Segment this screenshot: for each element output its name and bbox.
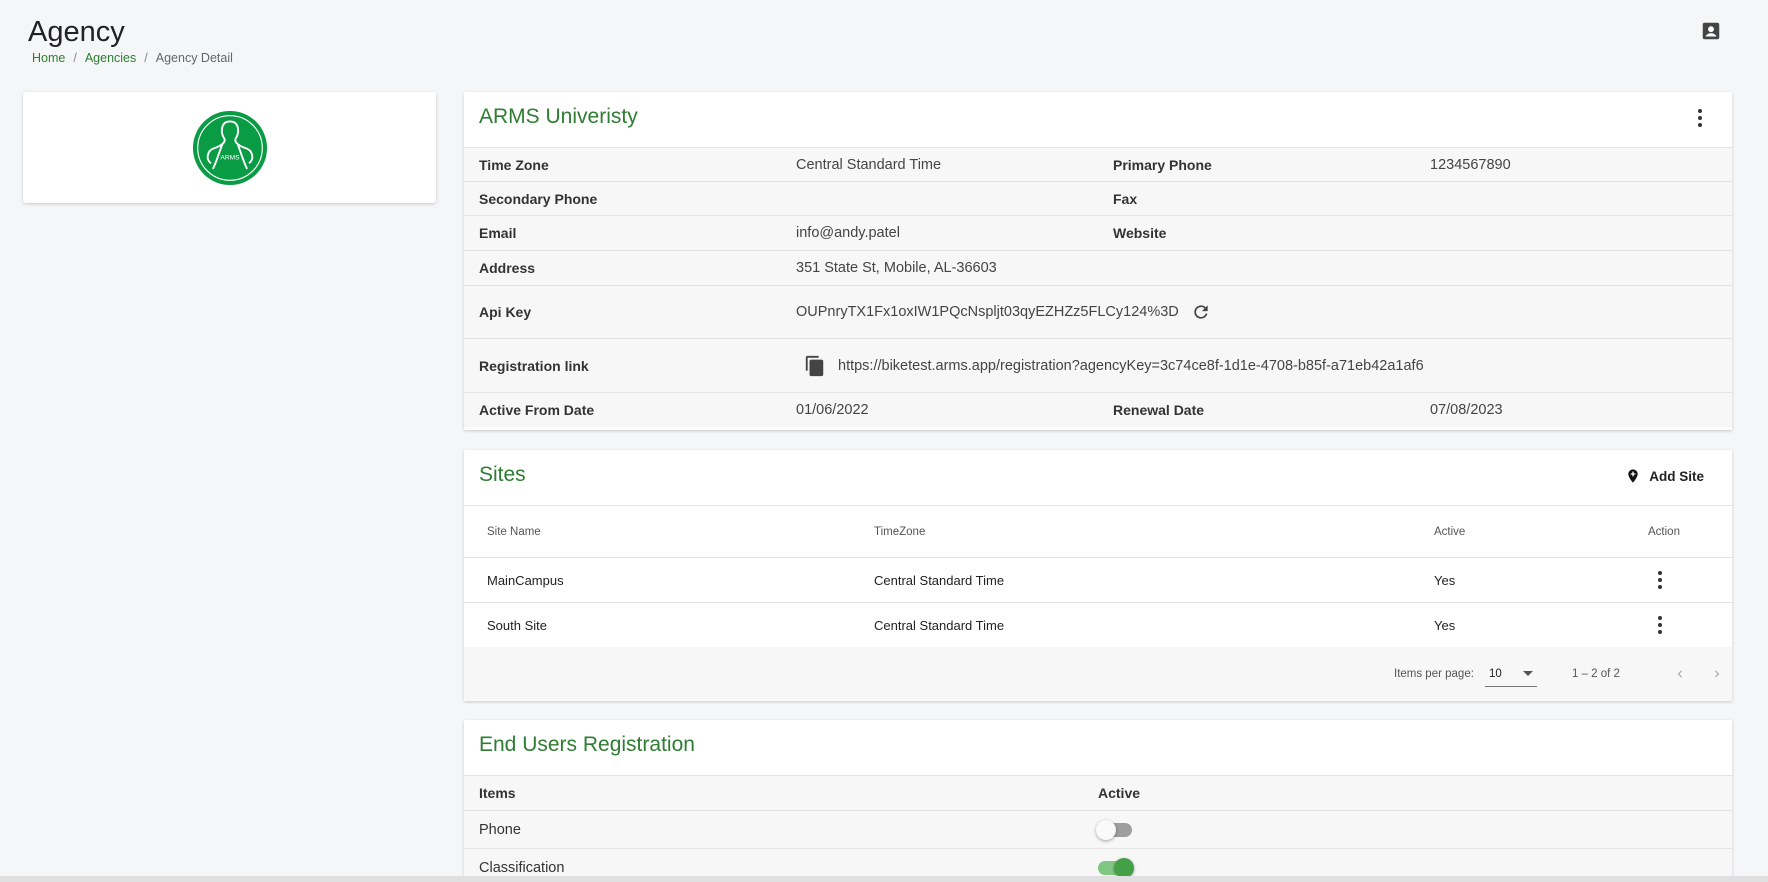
page-range: 1 – 2 of 2 (1572, 668, 1620, 680)
column-header[interactable]: Site Name (464, 526, 874, 538)
breadcrumb-current: Agency Detail (155, 51, 233, 65)
horizontal-scrollbar[interactable] (0, 876, 1768, 882)
registration-link-container: https://biketest.arms.app/registration?a… (781, 355, 1701, 377)
registration-item-label: Phone (479, 821, 521, 838)
agency-detail-card: ARMS Univeristy Time Zone Central Standa… (464, 92, 1732, 430)
add-site-label: Add Site (1649, 468, 1704, 484)
api-key-container: OUPnryTX1Fx1oxIW1PQcNspljt03qyEZHZz5FLCy… (781, 302, 1681, 322)
detail-row: Active From Date 01/06/2022 Renewal Date… (464, 392, 1732, 427)
row-more-vert-icon[interactable] (1648, 613, 1672, 637)
more-vert-icon[interactable] (1688, 106, 1712, 130)
detail-label: Time Zone (479, 156, 549, 173)
refresh-icon[interactable] (1191, 302, 1211, 322)
end-users-card: End Users Registration Items Active Phon… (464, 720, 1732, 882)
previous-page-button[interactable] (1668, 661, 1692, 687)
add-location-icon (1628, 469, 1638, 483)
agency-detail-list: Time Zone Central Standard Time Primary … (464, 147, 1732, 427)
person-icon (1702, 22, 1720, 40)
detail-label: Renewal Date (1113, 402, 1205, 418)
detail-row: Time Zone Central Standard Time Primary … (464, 147, 1732, 181)
site-active: Yes (1434, 617, 1456, 633)
svg-text:ARMS: ARMS (220, 154, 240, 161)
paginator: Items per page: 10 1 – 2 of 2 (464, 647, 1732, 701)
detail-value: 351 State St, Mobile, AL-36603 (796, 260, 997, 276)
detail-row: Address 351 State St, Mobile, AL-36603 (464, 250, 1732, 285)
site-name: South Site (487, 617, 547, 633)
site-active: Yes (1434, 572, 1456, 588)
page-title: Agency (28, 16, 125, 48)
detail-label: Primary Phone (1113, 156, 1212, 173)
detail-label: Fax (1113, 190, 1138, 207)
sites-card: Sites Add Site Site Name TimeZone Active… (464, 450, 1732, 701)
detail-value: info@andy.patel (796, 225, 900, 241)
breadcrumb: Home / Agencies / Agency Detail (32, 51, 233, 65)
agency-name: ARMS Univeristy (479, 105, 638, 128)
detail-value: 01/06/2022 (796, 402, 869, 418)
breadcrumb-separator: / (73, 51, 77, 65)
registration-item-label: Classification (479, 859, 565, 876)
detail-row: Registration link https://biketest.arms.… (464, 338, 1732, 392)
breadcrumb-home[interactable]: Home (32, 51, 65, 65)
detail-label: Active From Date (479, 402, 595, 418)
site-name: MainCampus (487, 572, 564, 588)
detail-row: Secondary Phone Fax (464, 181, 1732, 215)
registration-link-value[interactable]: https://biketest.arms.app/registration?a… (838, 358, 1424, 374)
chevron-left-icon (1677, 670, 1682, 678)
sites-title: Sites (479, 463, 526, 486)
chevron-right-icon (1715, 670, 1720, 678)
end-users-header-row: Items Active (464, 775, 1732, 810)
end-users-list: Items Active Phone Classification (464, 775, 1732, 882)
detail-value: Central Standard Time (796, 156, 942, 173)
detail-label: Website (1113, 225, 1167, 241)
detail-label: Secondary Phone (479, 190, 598, 207)
column-header: Items (479, 785, 516, 801)
api-key-value: OUPnryTX1Fx1oxIW1PQcNspljt03qyEZHZz5FLCy… (796, 304, 1179, 320)
page-size-select[interactable]: 10 (1485, 661, 1537, 687)
detail-value: 1234567890 (1430, 156, 1511, 173)
sites-table: Site Name TimeZone Active Action MainCam… (464, 505, 1732, 648)
detail-row: Email info@andy.patel Website (464, 215, 1732, 250)
next-page-button[interactable] (1705, 661, 1729, 687)
agency-logo-card: ARMS (23, 92, 436, 203)
detail-label: Registration link (479, 357, 589, 374)
phone-toggle[interactable] (1096, 819, 1132, 840)
detail-value: 07/08/2023 (1430, 402, 1503, 418)
detail-label: Address (479, 260, 536, 276)
classification-toggle[interactable] (1098, 857, 1134, 878)
breadcrumb-separator: / (144, 51, 148, 65)
detail-label: Email (479, 225, 517, 241)
end-users-title: End Users Registration (479, 733, 695, 756)
page-size-value: 10 (1489, 667, 1502, 680)
copy-icon[interactable] (804, 355, 826, 377)
table-header-row: Site Name TimeZone Active Action (464, 506, 1732, 558)
column-header: Action (1648, 525, 1680, 538)
row-more-vert-icon[interactable] (1648, 568, 1672, 592)
site-timezone: Central Standard Time (874, 572, 1005, 588)
column-header[interactable]: Active (1434, 526, 1644, 538)
column-header: Active (1098, 785, 1141, 801)
user-menu-button[interactable] (1698, 18, 1724, 44)
site-timezone: Central Standard Time (874, 617, 1005, 633)
table-row: South Site Central Standard Time Yes (464, 603, 1732, 648)
items-per-page-label: Items per page: (1394, 668, 1474, 680)
list-item: Phone (464, 810, 1732, 848)
column-header[interactable]: TimeZone (874, 526, 1434, 538)
breadcrumb-agencies[interactable]: Agencies (85, 51, 136, 65)
detail-row: Api Key OUPnryTX1Fx1oxIW1PQcNspljt03qyEZ… (464, 285, 1732, 338)
detail-label: Api Key (479, 304, 532, 320)
table-row: MainCampus Central Standard Time Yes (464, 558, 1732, 603)
caret-down-icon (1523, 671, 1533, 676)
agency-logo: ARMS (192, 110, 267, 185)
add-site-button[interactable]: Add Site (1625, 466, 1704, 486)
